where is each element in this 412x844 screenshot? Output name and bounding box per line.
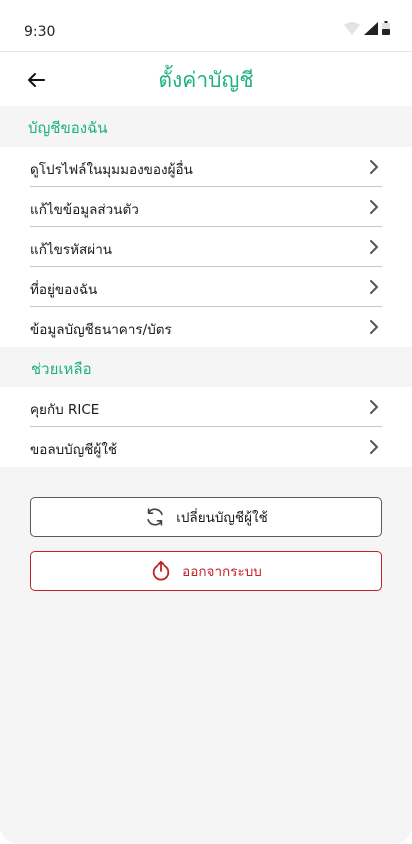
phone-screen: 9:30 ตั้งค่าบัญชี บัญชีของฉัน ดูโปรไฟล์ใ… xyxy=(0,0,412,844)
section-header-my-account: บัญชีของฉัน xyxy=(0,106,412,146)
section-title: บัญชีของฉัน xyxy=(28,119,108,137)
section-header-help: ช่วยเหลือ xyxy=(0,347,412,387)
chevron-right-icon xyxy=(370,320,378,334)
status-bar: 9:30 xyxy=(0,0,412,52)
app-bar: ตั้งค่าบัญชี xyxy=(0,52,412,106)
chevron-right-icon xyxy=(370,400,378,414)
menu-item-label: ขอลบบัญชีผู้ใช้ xyxy=(30,442,118,458)
menu-item-edit-password[interactable]: แก้ไขรหัสผ่าน xyxy=(30,227,382,267)
menu-item-label: คุยกับ RICE xyxy=(30,402,100,418)
menu-item-chat-rice[interactable]: คุยกับ RICE xyxy=(30,387,382,427)
status-icons xyxy=(344,21,390,39)
menu-item-bank-card-info[interactable]: ข้อมูลบัญชีธนาคาร/บัตร xyxy=(30,307,382,347)
chevron-right-icon xyxy=(370,160,378,174)
wifi-icon xyxy=(344,20,360,39)
page-title: ตั้งค่าบัญชี xyxy=(158,68,254,92)
chevron-right-icon xyxy=(370,200,378,214)
menu-item-label: ดูโปรไฟล์ในมุมมองของผู้อื่น xyxy=(30,162,193,178)
switch-account-button[interactable]: เปลี่ยนบัญชีผู้ใช้ xyxy=(30,497,382,537)
menu-item-my-address[interactable]: ที่อยู่ของฉัน xyxy=(30,267,382,307)
menu-item-delete-account[interactable]: ขอลบบัญชีผู้ใช้ xyxy=(30,427,382,467)
logout-label: ออกจากระบบ xyxy=(182,564,262,580)
status-time: 9:30 xyxy=(24,24,56,40)
menu-item-label: ที่อยู่ของฉัน xyxy=(30,282,98,298)
menu-item-view-profile[interactable]: ดูโปรไฟล์ในมุมมองของผู้อื่น xyxy=(30,147,382,187)
menu-item-edit-personal-info[interactable]: แก้ไขข้อมูลส่วนตัว xyxy=(30,187,382,227)
cell-signal-icon xyxy=(364,20,378,39)
logout-button[interactable]: ออกจากระบบ xyxy=(30,551,382,591)
help-group: คุยกับ RICE ขอลบบัญชีผู้ใช้ xyxy=(0,387,412,467)
chevron-right-icon xyxy=(370,240,378,254)
my-account-group: ดูโปรไฟล์ในมุมมองของผู้อื่น แก้ไขข้อมูลส… xyxy=(0,147,412,347)
menu-item-label: แก้ไขรหัสผ่าน xyxy=(30,242,113,258)
battery-icon xyxy=(382,20,390,39)
refresh-icon xyxy=(144,506,166,528)
power-icon xyxy=(150,560,172,582)
switch-account-label: เปลี่ยนบัญชีผู้ใช้ xyxy=(176,510,268,526)
menu-item-label: ข้อมูลบัญชีธนาคาร/บัตร xyxy=(30,322,172,338)
section-title: ช่วยเหลือ xyxy=(31,360,92,378)
chevron-right-icon xyxy=(370,440,378,454)
chevron-right-icon xyxy=(370,280,378,294)
menu-item-label: แก้ไขข้อมูลส่วนตัว xyxy=(30,202,139,218)
